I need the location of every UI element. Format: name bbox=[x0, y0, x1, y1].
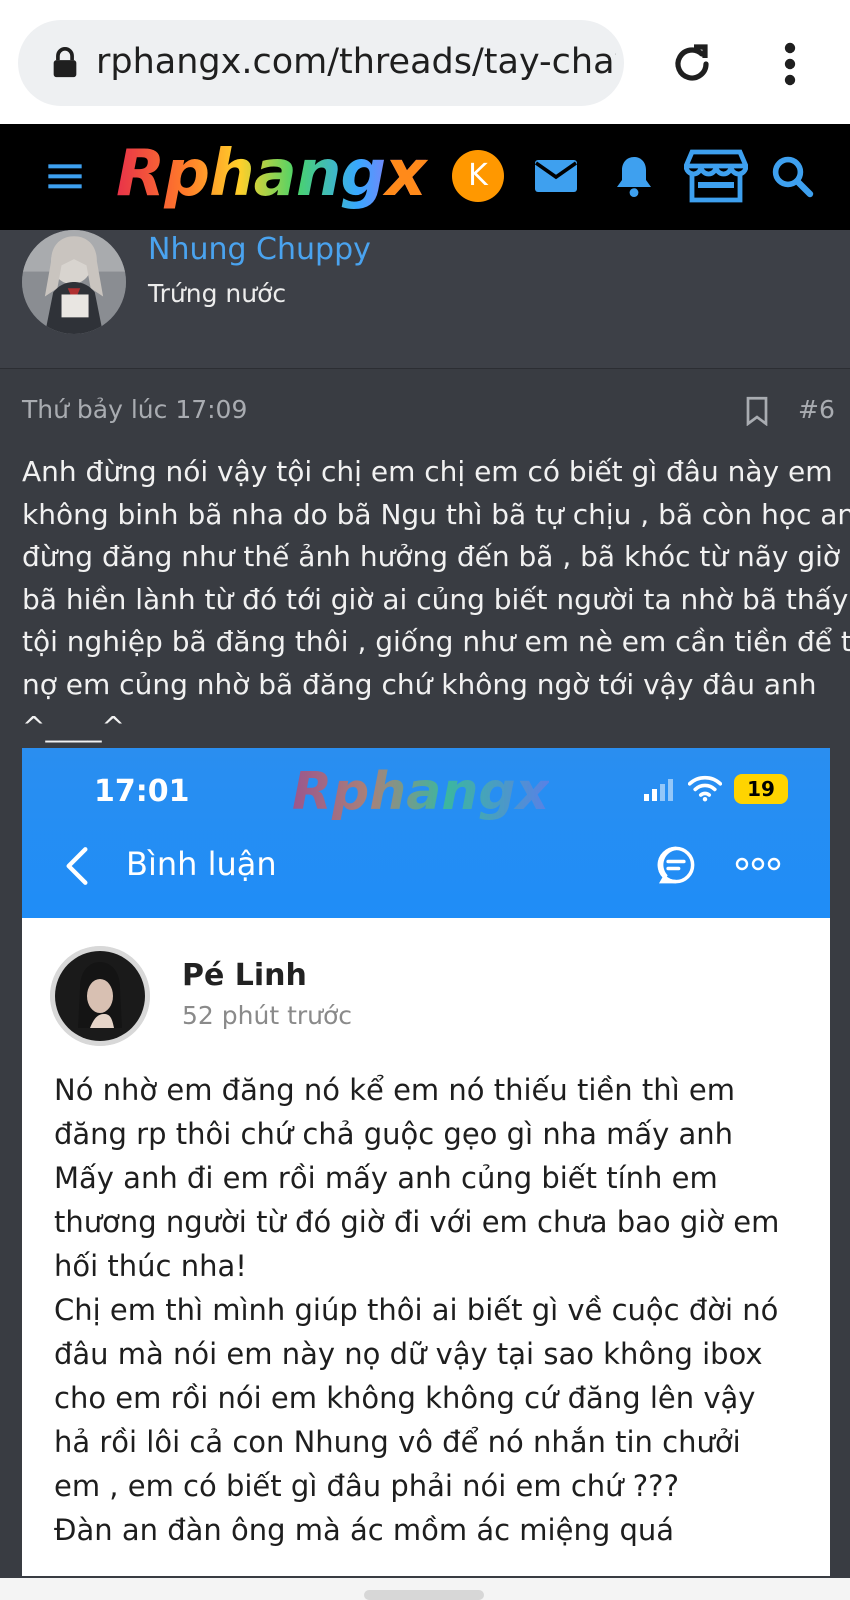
comment-line: Nó nhờ em đăng nó kể em nó thiếu tiền th… bbox=[54, 1073, 735, 1107]
embedded-status-time: 17:01 bbox=[94, 774, 190, 809]
comment-time: 52 phút trước bbox=[182, 1001, 353, 1030]
post-author-card: Nhung Chuppy Trứng nước bbox=[0, 230, 850, 369]
comment-line: em , em có biết gì đâu phải nói em chứ ?… bbox=[54, 1469, 679, 1503]
bottom-strip bbox=[0, 1578, 850, 1600]
bookmark-icon[interactable] bbox=[744, 396, 770, 426]
bell-icon[interactable] bbox=[610, 148, 658, 204]
author-name[interactable]: Nhung Chuppy bbox=[148, 230, 371, 270]
wifi-icon bbox=[688, 775, 722, 802]
site-header: Rphangx K bbox=[0, 124, 850, 230]
comment-line: Chị em thì mình giúp thôi ai biết gì về … bbox=[54, 1293, 779, 1327]
more-horiz-icon bbox=[735, 857, 781, 871]
comment-line: đâu mà nói em này nọ dữ vậy tại sao khôn… bbox=[54, 1337, 763, 1371]
post-meta: Thứ bảy lúc 17:09 #6 bbox=[0, 388, 850, 432]
post-body-line: tội nghiệp bã đăng thôi , giống như em n… bbox=[22, 625, 850, 658]
post-body-line: không binh bã nha do bã Ngu thì bã tự ch… bbox=[22, 497, 850, 531]
comment-line: đăng rp thôi chứ chả guộc gẹo gì nha mấy… bbox=[54, 1117, 734, 1151]
reload-icon[interactable] bbox=[668, 40, 716, 88]
address-bar[interactable]: rphangx.com/threads/tay-chay-pe bbox=[18, 20, 624, 106]
more-vert-icon[interactable] bbox=[772, 40, 808, 88]
author-avatar-image bbox=[22, 230, 126, 334]
post-body-line: Anh đừng nói vậy tội chị em chị em có bi… bbox=[22, 455, 833, 488]
back-chevron-icon bbox=[66, 847, 88, 885]
post-body-line: nợ em củng nhờ bã đăng chứ không ngờ tới… bbox=[22, 667, 817, 701]
account-avatar[interactable]: K bbox=[452, 150, 504, 202]
browser-toolbar: rphangx.com/threads/tay-chay-pe bbox=[0, 0, 850, 124]
comment-line: Mấy anh đi em rồi mấy anh củng biết tính… bbox=[54, 1161, 718, 1195]
mail-icon[interactable] bbox=[532, 148, 580, 204]
post-body: Anh đừng nói vậy tội chị em chị em có bi… bbox=[22, 451, 850, 749]
comment-body: Nó nhờ em đăng nó kể em nó thiếu tiền th… bbox=[54, 1068, 814, 1552]
embedded-app-header: 17:01 Rphangx 19 Bình luận bbox=[22, 748, 830, 918]
commenter-avatar-image bbox=[50, 946, 150, 1046]
home-indicator bbox=[364, 1590, 484, 1600]
comment-line: thương người từ đó giờ đi với em chưa ba… bbox=[54, 1205, 780, 1239]
post-body-line: ^____^ bbox=[22, 710, 125, 743]
store-icon[interactable] bbox=[684, 148, 748, 204]
post-time[interactable]: Thứ bảy lúc 17:09 bbox=[22, 388, 247, 432]
site-logo-x: x bbox=[385, 137, 426, 211]
signal-icon bbox=[644, 779, 673, 801]
site-logo[interactable]: Rphangx bbox=[116, 138, 426, 210]
commenter-name: Pé Linh bbox=[182, 958, 307, 993]
hamburger-icon[interactable] bbox=[44, 156, 86, 196]
author-avatar[interactable] bbox=[22, 230, 126, 334]
embedded-screenshot[interactable]: 17:01 Rphangx 19 Bình luận Pé Linh 52 ph… bbox=[22, 748, 830, 1576]
search-icon[interactable] bbox=[768, 148, 816, 204]
post-body-line: bã hiền lành từ đó tới giờ ai củng biết … bbox=[22, 582, 849, 616]
embedded-watermark: Rphangx bbox=[292, 762, 550, 822]
commenter-avatar bbox=[50, 946, 150, 1046]
url-text[interactable]: rphangx.com/threads/tay-chay-pe bbox=[96, 40, 616, 84]
post-body-line: đừng đăng như thế ảnh hưởng đến bã , bã … bbox=[22, 540, 850, 573]
comment-line: hối thúc nha! bbox=[54, 1249, 247, 1283]
comment-line: cho em rồi nói em không không cứ đăng lê… bbox=[54, 1381, 756, 1415]
embedded-page-title: Bình luận bbox=[126, 845, 277, 883]
post-number[interactable]: #6 bbox=[798, 388, 835, 432]
lock-icon bbox=[53, 47, 77, 78]
chat-bubble-icon bbox=[657, 846, 695, 884]
battery-indicator: 19 bbox=[734, 774, 788, 804]
author-title: Trứng nước bbox=[148, 279, 287, 308]
comment-line: Đàn an đàn ông mà ác mồm ác miệng quá bbox=[54, 1513, 675, 1547]
site-logo-text: Rphang bbox=[116, 137, 386, 211]
comment-line: hả rồi lôi cả con Nhung vô để nó nhắn ti… bbox=[54, 1425, 741, 1459]
